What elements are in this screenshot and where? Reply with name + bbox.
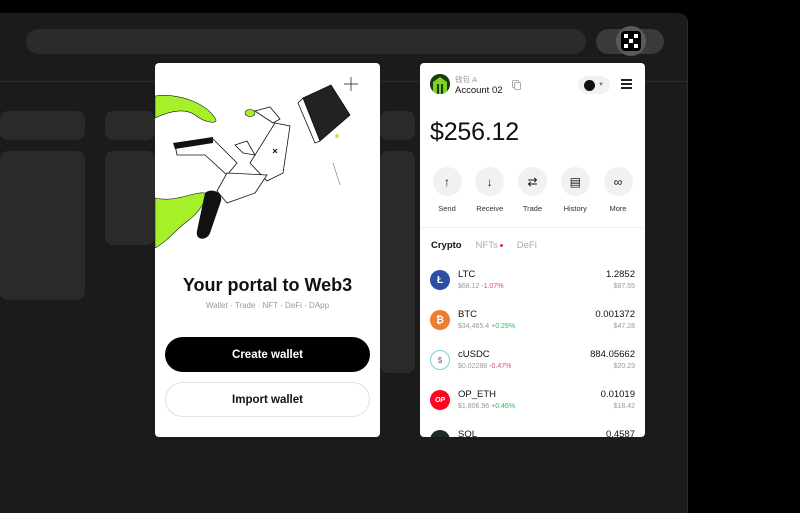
asset-symbol: SOL <box>458 429 478 437</box>
asset-value: $47.28 <box>613 323 635 330</box>
trade-icon: ⇄ <box>518 167 547 196</box>
placeholder-block <box>380 111 415 140</box>
asset-tabs: Crypto NFTs DeFi <box>431 240 537 251</box>
cusdc-icon: $ <box>430 350 450 370</box>
arrow-up-icon: ↑ <box>432 167 462 196</box>
asset-price: $34,465.4 <box>458 323 490 330</box>
onboarding-subtitle: Wallet · Trade · NFT · DeFi · DApp <box>205 301 330 310</box>
asset-change: -0.47% <box>489 363 512 370</box>
section-divider <box>420 227 645 228</box>
send-button[interactable]: ↑ Send <box>430 167 464 213</box>
total-balance: $256.12 <box>430 118 519 146</box>
op-icon: OP <box>430 390 450 410</box>
chevron-down-icon: ▼ <box>598 82 604 88</box>
wallet-name: 钱包 A <box>455 75 478 84</box>
create-wallet-button[interactable]: Create wallet <box>165 337 370 372</box>
address-bar[interactable] <box>26 29 586 54</box>
tab-crypto-label: Crypto <box>431 240 462 251</box>
sol-icon <box>430 430 450 437</box>
okx-logo-icon <box>621 31 641 51</box>
btc-icon: ₿ <box>430 310 450 330</box>
arrow-down-icon: ↓ <box>475 167 505 196</box>
account-avatar[interactable] <box>430 74 450 94</box>
placeholder-block <box>0 111 85 140</box>
asset-price: $68.12 <box>458 283 480 290</box>
placeholder-block <box>380 151 415 373</box>
more-label: More <box>609 204 627 213</box>
asset-price-line: $68.12 -1.07% <box>458 283 504 290</box>
asset-amount: 0.01019 <box>600 389 635 400</box>
history-button[interactable]: ▤ History <box>558 167 592 213</box>
tab-nfts[interactable]: NFTs <box>476 240 503 251</box>
history-label: History <box>563 204 587 213</box>
network-selector[interactable]: ▼ <box>578 76 610 94</box>
action-bar: ↑ Send ↓ Receive ⇄ Trade ▤ History ∞ Mor… <box>420 167 645 213</box>
placeholder-block <box>0 151 85 300</box>
send-label: Send <box>438 204 456 213</box>
asset-row-cusdc[interactable]: $ cUSDC $0.02288 -0.47% 884.05662 $20.23 <box>420 343 645 383</box>
network-icon <box>584 79 596 91</box>
onboarding-title: Your portal to Web3 <box>182 275 353 295</box>
history-icon: ▤ <box>560 167 590 196</box>
import-wallet-button[interactable]: Import wallet <box>165 382 370 417</box>
asset-price-line: $0.02288 -0.47% <box>458 363 511 370</box>
asset-price-line: $34,465.4 +0.29% <box>458 323 515 330</box>
asset-value: $18.42 <box>613 403 635 410</box>
hero-illustration <box>155 77 358 249</box>
asset-amount: 1.2852 <box>605 269 635 280</box>
asset-change: -1.07% <box>481 283 504 290</box>
asset-row-sol[interactable]: SOL 0.4587 <box>420 423 645 437</box>
onboarding-panel: Your portal to Web3 Wallet · Trade · NFT… <box>155 63 380 437</box>
wallet-extension-button[interactable] <box>616 26 646 56</box>
receive-button[interactable]: ↓ Receive <box>473 167 507 213</box>
tab-nfts-label: NFTs <box>475 240 498 251</box>
notification-dot <box>499 243 503 247</box>
tab-defi[interactable]: DeFi <box>517 240 537 251</box>
asset-list: Ł LTC $68.12 -1.07% 1.2852 $87.55 ₿ BTC … <box>420 263 645 437</box>
asset-row-ltc[interactable]: Ł LTC $68.12 -1.07% 1.2852 $87.55 <box>420 263 645 303</box>
avatar-icon <box>430 74 450 94</box>
asset-symbol: cUSDC <box>458 349 490 360</box>
more-button[interactable]: ∞ More <box>601 167 635 213</box>
placeholder-block <box>105 151 155 245</box>
asset-row-op-eth[interactable]: OP OP_ETH $1,806.96 +0.46% 0.01019 $18.4… <box>420 383 645 423</box>
asset-symbol: BTC <box>458 309 477 320</box>
asset-symbol: LTC <box>458 269 476 280</box>
asset-amount: 0.4587 <box>605 429 635 437</box>
asset-change: +0.29% <box>491 323 516 330</box>
asset-amount: 884.05662 <box>590 349 635 360</box>
tab-crypto[interactable]: Crypto <box>431 240 462 251</box>
account-name[interactable]: Account 02 <box>455 85 503 96</box>
tab-defi-label: DeFi <box>516 240 537 251</box>
asset-value: $20.23 <box>613 363 635 370</box>
asset-price: $1,806.96 <box>458 403 490 410</box>
menu-icon[interactable] <box>621 79 632 89</box>
copy-icon[interactable] <box>512 80 521 90</box>
infinity-icon: ∞ <box>603 167 633 196</box>
placeholder-block <box>105 111 155 140</box>
wallet-panel: 钱包 A Account 02 ▼ $256.12 ↑ Send ↓ Recei… <box>420 63 645 437</box>
asset-amount: 0.001372 <box>595 309 635 320</box>
ltc-icon: Ł <box>430 270 450 290</box>
asset-change: +0.46% <box>491 403 516 410</box>
asset-price-line: $1,806.96 +0.46% <box>458 403 515 410</box>
receive-label: Receive <box>476 204 504 213</box>
trade-button[interactable]: ⇄ Trade <box>516 167 550 213</box>
asset-price: $0.02288 <box>458 363 488 370</box>
trade-label: Trade <box>522 204 543 213</box>
asset-value: $87.55 <box>613 283 635 290</box>
asset-symbol: OP_ETH <box>458 389 497 400</box>
asset-row-btc[interactable]: ₿ BTC $34,465.4 +0.29% 0.001372 $47.28 <box>420 303 645 343</box>
